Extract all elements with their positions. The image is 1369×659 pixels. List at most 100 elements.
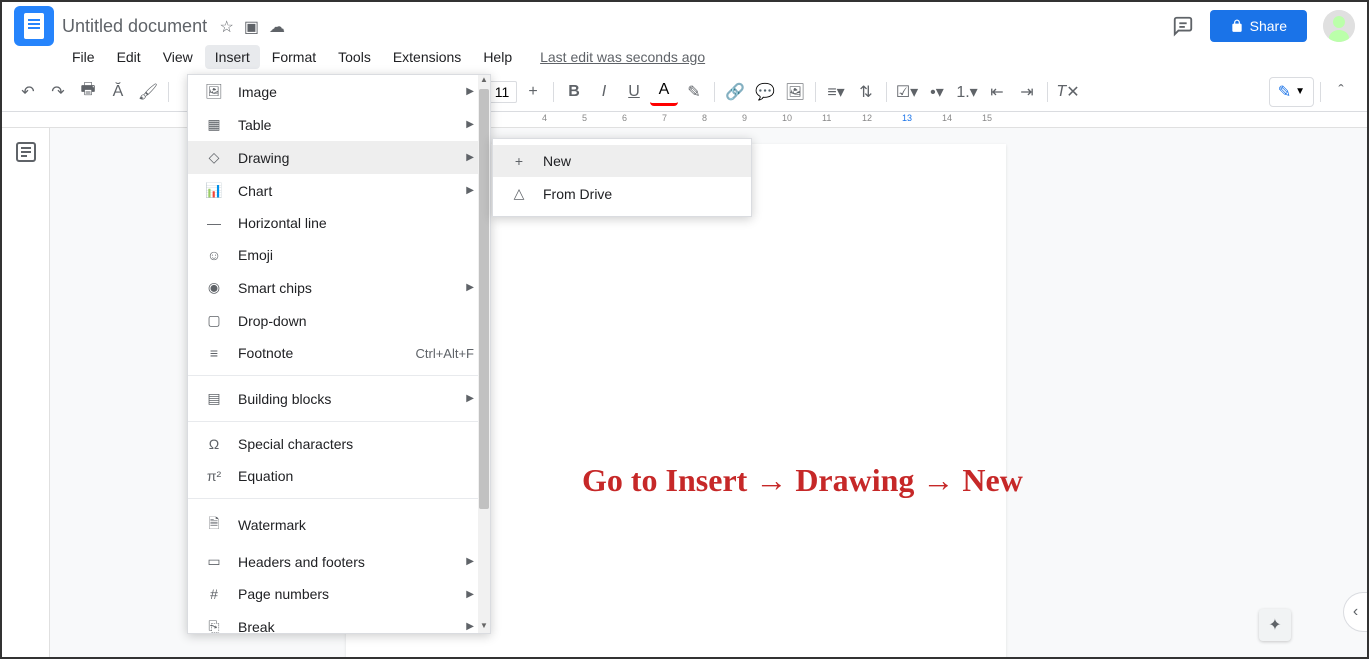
cloud-icon[interactable]: ☁ (269, 17, 285, 37)
insert-dropdown-menu: 🖼 Image ▶ ▦ Table ▶ ◇ Drawing ▶ 📊 Chart … (187, 74, 491, 634)
insert-special-characters[interactable]: Ω Special characters (188, 428, 490, 460)
outline-icon[interactable] (14, 140, 38, 164)
menu-edit[interactable]: Edit (107, 45, 151, 69)
menu-label: Image (238, 84, 277, 100)
pagenum-icon: # (204, 586, 224, 602)
insert-break[interactable]: ⎘ Break ▶ (188, 610, 490, 634)
explore-button[interactable]: ✦ (1259, 609, 1291, 641)
scrollbar-thumb[interactable] (479, 89, 489, 509)
menu-tools[interactable]: Tools (328, 45, 381, 69)
checklist-button[interactable]: ☑▾ (893, 78, 921, 106)
insert-headers-footers[interactable]: ▭ Headers and footers ▶ (188, 545, 490, 578)
numbered-list-button[interactable]: 1.▾ (953, 78, 981, 106)
menu-extensions[interactable]: Extensions (383, 45, 471, 69)
move-icon[interactable]: ▣ (244, 17, 259, 37)
menu-view[interactable]: View (153, 45, 203, 69)
menu-insert[interactable]: Insert (205, 45, 260, 69)
menu-help[interactable]: Help (473, 45, 522, 69)
add-comment-button[interactable]: 💬 (751, 78, 779, 106)
insert-chart[interactable]: 📊 Chart ▶ (188, 174, 490, 207)
instruction-annotation: Go to Insert → Drawing → New (582, 462, 1023, 499)
dropdown-icon: ▢ (204, 312, 224, 329)
insert-dropdown[interactable]: ▢ Drop-down (188, 304, 490, 337)
undo-button[interactable]: ↶ (14, 78, 42, 106)
docs-logo[interactable] (14, 6, 54, 46)
vertical-ruler[interactable] (50, 128, 66, 657)
drawing-icon: ◇ (204, 149, 224, 166)
scroll-up-arrow[interactable]: ▲ (478, 75, 490, 87)
menu-label: New (543, 153, 571, 169)
menu-divider (188, 375, 490, 376)
drive-icon: △ (509, 185, 529, 202)
star-icon[interactable]: ☆ (220, 17, 234, 37)
insert-equation[interactable]: π² Equation (188, 460, 490, 492)
menu-divider (188, 421, 490, 422)
insert-link-button[interactable]: 🔗 (721, 78, 749, 106)
ruler-mark: 12 (862, 113, 872, 123)
blocks-icon: ▤ (204, 390, 224, 407)
lock-icon (1230, 19, 1244, 33)
menu-label: From Drive (543, 186, 612, 202)
comments-icon[interactable] (1172, 15, 1194, 37)
bullet-list-button[interactable]: •▾ (923, 78, 951, 106)
menu-label: Chart (238, 183, 272, 199)
bold-button[interactable]: B (560, 78, 588, 106)
menu-format[interactable]: Format (262, 45, 326, 69)
menu-label: Drawing (238, 150, 289, 166)
drawing-submenu: + New △ From Drive (492, 138, 752, 217)
drawing-new[interactable]: + New (493, 145, 751, 177)
omega-icon: Ω (204, 436, 224, 452)
document-title[interactable]: Untitled document (62, 16, 207, 37)
indent-increase-button[interactable]: ⇥ (1013, 78, 1041, 106)
chevron-right-icon: ▶ (466, 393, 474, 404)
clear-formatting-button[interactable]: T✕ (1054, 78, 1082, 106)
insert-building-blocks[interactable]: ▤ Building blocks ▶ (188, 382, 490, 415)
separator (714, 82, 715, 102)
font-size-increase[interactable]: + (519, 78, 547, 106)
spellcheck-button[interactable]: Ă (104, 78, 132, 106)
paint-format-button[interactable]: 🖌 (134, 78, 162, 106)
plus-icon: + (509, 153, 529, 169)
drawing-from-drive[interactable]: △ From Drive (493, 177, 751, 210)
ruler-mark: 6 (622, 113, 627, 123)
line-spacing-button[interactable]: ⇅ (852, 78, 880, 106)
editing-mode-button[interactable]: ✎ ▼ (1269, 77, 1314, 107)
insert-horizontal-line[interactable]: — Horizontal line (188, 207, 490, 239)
insert-table[interactable]: ▦ Table ▶ (188, 108, 490, 141)
pencil-icon: ✎ (1278, 82, 1291, 102)
text-color-button[interactable]: A (650, 78, 678, 106)
last-edit-link[interactable]: Last edit was seconds ago (540, 49, 705, 65)
insert-drawing[interactable]: ◇ Drawing ▶ (188, 141, 490, 174)
share-button[interactable]: Share (1210, 10, 1307, 42)
user-avatar[interactable] (1323, 10, 1355, 42)
menu-file[interactable]: File (62, 45, 105, 69)
scroll-down-arrow[interactable]: ▼ (478, 621, 490, 633)
insert-image-button[interactable]: 🖼 (781, 78, 809, 106)
underline-button[interactable]: U (620, 78, 648, 106)
ruler-mark: 4 (542, 113, 547, 123)
insert-smart-chips[interactable]: ◉ Smart chips ▶ (188, 271, 490, 304)
menu-scrollbar[interactable]: ▲ ▼ (478, 75, 490, 633)
insert-emoji[interactable]: ☺ Emoji (188, 239, 490, 271)
ruler-mark: 13 (902, 113, 912, 123)
hr-icon: — (204, 215, 224, 231)
ruler-mark: 9 (742, 113, 747, 123)
menu-shortcut: Ctrl+Alt+F (415, 346, 474, 361)
font-size-input[interactable]: 11 (487, 81, 517, 103)
align-button[interactable]: ≡▾ (822, 78, 850, 106)
menu-label: Building blocks (238, 391, 331, 407)
header: Untitled document ☆ ▣ ☁ Share (2, 2, 1367, 42)
italic-button[interactable]: I (590, 78, 618, 106)
highlight-button[interactable]: ✎ (680, 78, 708, 106)
insert-image[interactable]: 🖼 Image ▶ (188, 75, 490, 108)
insert-watermark[interactable]: 🗎 Watermark (188, 505, 490, 545)
insert-page-numbers[interactable]: # Page numbers ▶ (188, 578, 490, 610)
ruler-mark: 15 (982, 113, 992, 123)
indent-decrease-button[interactable]: ⇤ (983, 78, 1011, 106)
print-button[interactable]: 🖶 (74, 78, 102, 106)
redo-button[interactable]: ↷ (44, 78, 72, 106)
menubar: File Edit View Insert Format Tools Exten… (2, 42, 1367, 72)
collapse-toolbar-button[interactable]: ˆ (1327, 78, 1355, 106)
headers-icon: ▭ (204, 553, 224, 570)
insert-footnote[interactable]: ≡ Footnote Ctrl+Alt+F (188, 337, 490, 369)
